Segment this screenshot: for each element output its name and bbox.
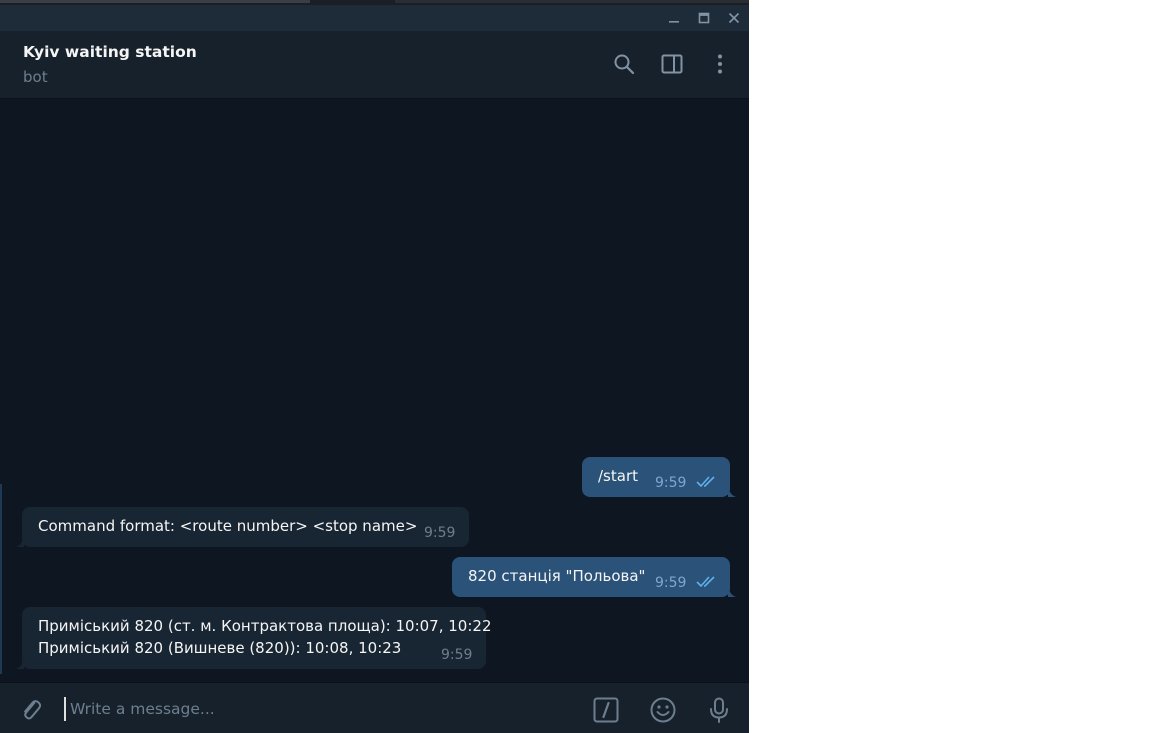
telegram-window: Kyiv waiting station bot /start 9:59 Com… (0, 0, 749, 733)
message-bubble-incoming[interactable]: Command format: <route number> <stop nam… (16, 507, 469, 547)
message-text: Command format: <route number> <stop nam… (38, 517, 418, 535)
maximize-icon[interactable] (689, 5, 719, 31)
message-bubble-outgoing[interactable]: /start 9:59 (582, 457, 736, 497)
message-bubble-outgoing[interactable]: 820 станція "Польова" 9:59 (452, 557, 736, 597)
more-vertical-icon[interactable] (705, 49, 735, 79)
chat-status: bot (23, 68, 48, 86)
microphone-icon[interactable] (702, 693, 736, 727)
message-text-line: Приміський 820 (ст. м. Контрактова площа… (38, 617, 492, 635)
close-icon[interactable] (719, 5, 749, 31)
double-check-icon (696, 576, 715, 588)
double-check-icon (696, 476, 715, 488)
message-list[interactable]: /start 9:59 Command format: <route numbe… (0, 99, 749, 681)
message-text: 820 станція "Польова" (468, 567, 646, 585)
chat-header: Kyiv waiting station bot (0, 31, 749, 99)
minimize-icon[interactable] (659, 5, 689, 31)
chat-title[interactable]: Kyiv waiting station (23, 43, 197, 61)
emoji-icon[interactable] (646, 693, 680, 727)
message-time: 9:59 (424, 525, 456, 541)
title-bar (0, 5, 749, 31)
search-icon[interactable] (609, 49, 639, 79)
sidebar-toggle-icon[interactable] (657, 49, 687, 79)
message-time: 9:59 (655, 575, 687, 591)
message-text-line: Приміський 820 (Вишневе (820)): 10:08, 1… (38, 639, 402, 657)
message-time: 9:59 (441, 647, 473, 663)
message-input[interactable] (64, 697, 570, 721)
message-bubble-incoming[interactable]: Приміський 820 (ст. м. Контрактова площа… (16, 607, 492, 669)
message-text: /start (598, 467, 638, 485)
bot-commands-icon[interactable] (589, 693, 623, 727)
attach-icon[interactable] (14, 693, 48, 727)
message-time: 9:59 (655, 475, 687, 491)
message-composer (0, 682, 749, 733)
